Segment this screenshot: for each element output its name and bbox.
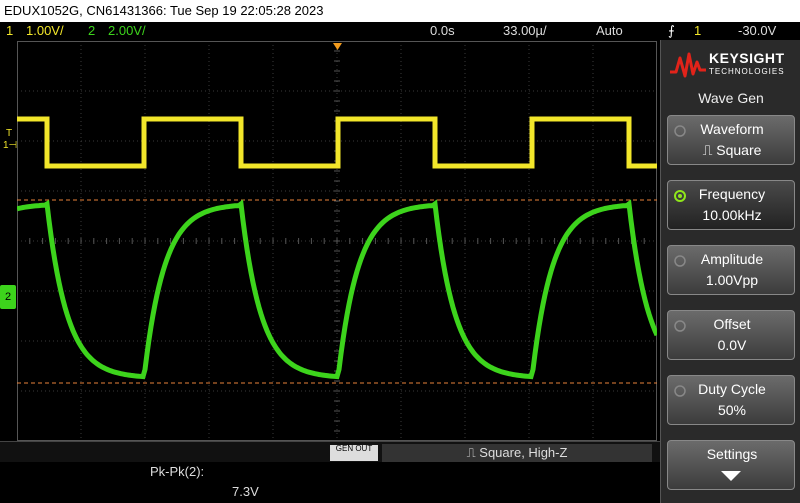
- trigger-source: 1: [694, 23, 702, 38]
- ch1-number[interactable]: 1: [6, 22, 13, 40]
- gen-out-badge: GEN OUT: [330, 445, 378, 461]
- softkey-duty-cycle[interactable]: Duty Cycle 50%: [667, 375, 795, 425]
- title-bar: EDUX1052G, CN61431366: Tue Sep 19 22:05:…: [0, 0, 800, 22]
- channel-markers: T 1⊣ 2: [0, 41, 17, 441]
- measurement-value: 7.3V: [232, 484, 259, 499]
- time-scale[interactable]: 33.00µ/: [503, 22, 547, 40]
- ch2-scale[interactable]: 2.00V/: [108, 22, 146, 40]
- softkey-label: Waveform: [700, 121, 764, 137]
- brand-sub: TECHNOLOGIES: [709, 67, 785, 76]
- softkey-label: Offset: [713, 316, 751, 332]
- softkey-value: 1.00Vpp: [705, 272, 759, 288]
- softkey-label: Amplitude: [700, 251, 764, 267]
- measurement-area: Pk-Pk(2): 7.3V: [0, 462, 660, 503]
- softkey-amplitude[interactable]: Amplitude 1.00Vpp: [667, 245, 795, 295]
- menu-title: Wave Gen: [698, 90, 764, 106]
- softkey-value: 10.00kHz: [702, 207, 762, 223]
- waveform-display[interactable]: [17, 41, 657, 441]
- softkey-label: Settings: [706, 446, 758, 462]
- keysight-logo: KEYSIGHT TECHNOLOGIES: [667, 46, 795, 84]
- status-bar: 1 1.00V/ 2 2.00V/ 0.0s 33.00µ/ Auto: [0, 22, 660, 40]
- softkey-bar: GEN OUT ⎍ Square, High-Z: [0, 441, 660, 463]
- softkey-frequency[interactable]: Frequency 10.00kHz: [667, 180, 795, 230]
- ch1-ground-marker[interactable]: T 1⊣: [3, 128, 17, 152]
- ch2-number[interactable]: 2: [88, 22, 95, 40]
- softkey-value: ⎍ Square: [702, 142, 762, 158]
- softkey-value: 50%: [717, 402, 747, 418]
- trigger-position-marker[interactable]: [333, 43, 342, 50]
- softkey-label: Frequency: [698, 186, 766, 202]
- ch1-scale[interactable]: 1.00V/: [26, 22, 64, 40]
- softkey-waveform[interactable]: Waveform ⎍ Square: [667, 115, 795, 165]
- arrow-down-icon: [721, 471, 741, 481]
- ch1-trace: [17, 116, 657, 169]
- trigger-mode[interactable]: Auto: [596, 22, 623, 40]
- softkey-offset[interactable]: Offset 0.0V: [667, 310, 795, 360]
- softkey-value: 0.0V: [717, 337, 747, 353]
- ch2-ground-marker[interactable]: 2: [0, 285, 16, 309]
- measurement-label: Pk-Pk(2):: [150, 464, 205, 479]
- keysight-wave-icon: [670, 52, 706, 78]
- brand-name: KEYSIGHT: [709, 50, 785, 66]
- trigger-level: -30.0V: [738, 23, 777, 38]
- softkey-settings[interactable]: Settings: [667, 440, 795, 490]
- side-panel: KEYSIGHT TECHNOLOGIES Wave Gen Waveform …: [660, 40, 800, 503]
- softkey-label: Duty Cycle: [698, 381, 766, 397]
- time-delay[interactable]: 0.0s: [430, 22, 455, 40]
- rising-edge-icon: ⨍: [668, 23, 675, 38]
- trigger-status[interactable]: ⨍ 1 -30.0V: [660, 22, 800, 40]
- wavegen-summary[interactable]: ⎍ Square, High-Z: [382, 444, 652, 462]
